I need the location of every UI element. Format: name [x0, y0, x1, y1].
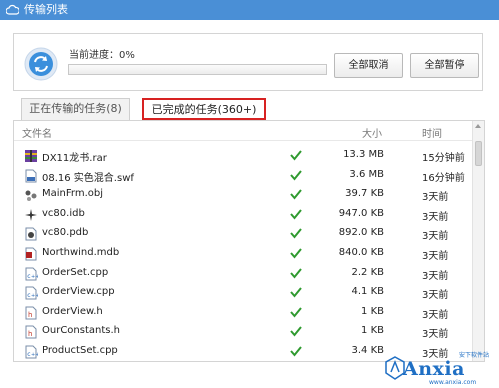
svg-text:h: h [28, 311, 32, 319]
table-row[interactable]: MainFrm.obj 39.7 KB 3天前 [14, 185, 472, 205]
svg-text:++: ++ [31, 274, 38, 280]
watermark-logo: 安下软件站 Anxia www.anxia.com [381, 346, 497, 386]
svg-text:h: h [28, 330, 32, 338]
file-size: 2.2 KB [351, 266, 385, 278]
file-name: vc80.pdb [42, 227, 89, 239]
scroll-thumb[interactable] [475, 141, 482, 166]
table-row[interactable]: Northwind.mdb 840.0 KB 3天前 [14, 244, 472, 264]
table-row[interactable]: vc80.idb 947.0 KB 3天前 [14, 205, 472, 225]
file-size: 1 KB [361, 325, 384, 337]
file-size: 1 KB [361, 305, 384, 317]
file-time: 3天前 [422, 251, 449, 262]
header-file-icon: h [25, 325, 37, 339]
watermark-emblem-icon [385, 356, 405, 380]
check-icon [290, 228, 302, 239]
column-header-size[interactable]: 大小 [362, 125, 382, 140]
database-file-icon [25, 208, 37, 221]
file-time: 16分钟前 [422, 172, 465, 184]
check-icon [290, 189, 302, 200]
file-size: 840.0 KB [338, 247, 384, 258]
check-icon [290, 287, 302, 298]
file-time: 3天前 [422, 309, 449, 321]
file-name: OrderSet.cpp [42, 266, 109, 278]
file-time: 3天前 [422, 270, 449, 282]
watermark-text: Anxia [403, 358, 465, 380]
scroll-up-arrow-icon[interactable] [475, 124, 481, 128]
file-name: OrderView.h [42, 305, 103, 317]
check-icon [290, 150, 302, 161]
file-name: Northwind.mdb [42, 247, 120, 258]
file-size: 892.0 KB [338, 227, 384, 239]
column-header-time[interactable]: 时间 [422, 125, 442, 140]
file-name: MainFrm.obj [42, 188, 103, 200]
file-size: 947.0 KB [338, 207, 384, 219]
check-icon [290, 267, 302, 279]
file-size: 3.4 KB [351, 345, 385, 356]
progress-bar [68, 64, 327, 75]
file-size: 4.1 KB [351, 286, 385, 298]
svg-text:++: ++ [31, 293, 38, 299]
tab-in-progress[interactable]: 正在传输的任务(8) [21, 98, 130, 120]
file-size: 39.7 KB [345, 188, 384, 200]
file-name: 08.16 实色混合.swf [42, 172, 134, 184]
file-time: 3天前 [422, 329, 449, 341]
check-icon [290, 326, 302, 337]
progress-panel: 当前进度：0% 全部取消 全部暂停 [13, 33, 483, 91]
debug-file-icon [25, 227, 37, 241]
file-time: 3天前 [422, 192, 449, 204]
file-size: 3.6 MB [349, 168, 384, 180]
table-row[interactable]: 08.16 实色混合.swf 3.6 MB 16分钟前 [14, 166, 472, 186]
svg-text:++: ++ [31, 352, 38, 358]
cpp-file-icon: c++ [25, 267, 38, 281]
file-list: 文件名 大小 时间 DX11龙书.rar 13.3 MB 15分钟前 08.16 实色… [13, 120, 485, 362]
file-size: 13.3 MB [343, 149, 384, 160]
table-row[interactable]: h OrderView.h 1 KB 3天前 [14, 303, 472, 323]
table-row[interactable]: DX11龙书.rar 13.3 MB 15分钟前 [14, 146, 472, 166]
file-time: 3天前 [422, 231, 449, 243]
tab-completed[interactable]: 已完成的任务(360+) [142, 98, 266, 120]
table-row[interactable]: c++ OrderSet.cpp 2.2 KB 3天前 [14, 264, 472, 284]
file-name: OurConstants.h [42, 325, 121, 337]
column-header-name[interactable]: 文件名 [22, 125, 52, 140]
check-icon [290, 346, 302, 357]
cpp-file-icon: c++ [25, 345, 38, 359]
archive-icon [25, 150, 37, 162]
flash-file-icon [25, 169, 37, 183]
table-row[interactable]: h OurConstants.h 1 KB 3天前 [14, 322, 472, 342]
file-time: 3天前 [422, 290, 449, 302]
cancel-all-button[interactable]: 全部取消 [334, 53, 403, 78]
file-time: 3天前 [422, 211, 449, 223]
table-row[interactable]: vc80.pdb 892.0 KB 3天前 [14, 224, 472, 244]
title-bar[interactable]: 传输列表 [0, 0, 499, 20]
window-title: 传输列表 [24, 3, 68, 16]
watermark-url: www.anxia.com [429, 379, 477, 386]
check-icon [290, 307, 302, 318]
scrollbar[interactable] [472, 121, 484, 361]
file-name: OrderView.cpp [42, 286, 115, 298]
sync-icon [24, 47, 58, 81]
file-name: ProductSet.cpp [42, 345, 118, 356]
file-time: 15分钟前 [422, 153, 465, 164]
header-file-icon: h [25, 306, 37, 320]
file-name: DX11龙书.rar [42, 153, 107, 164]
pause-all-button[interactable]: 全部暂停 [410, 53, 479, 78]
check-icon [290, 169, 302, 181]
check-icon [290, 248, 302, 259]
list-header: 文件名 大小 时间 [14, 121, 472, 141]
cloud-icon [6, 4, 19, 15]
table-row[interactable]: c++ OrderView.cpp 4.1 KB 3天前 [14, 283, 472, 303]
access-file-icon [25, 247, 37, 261]
object-file-icon [25, 190, 37, 202]
cpp-file-icon: c++ [25, 286, 38, 300]
progress-label: 当前进度：0% [69, 50, 135, 61]
check-icon [290, 209, 302, 220]
file-name: vc80.idb [42, 207, 85, 219]
